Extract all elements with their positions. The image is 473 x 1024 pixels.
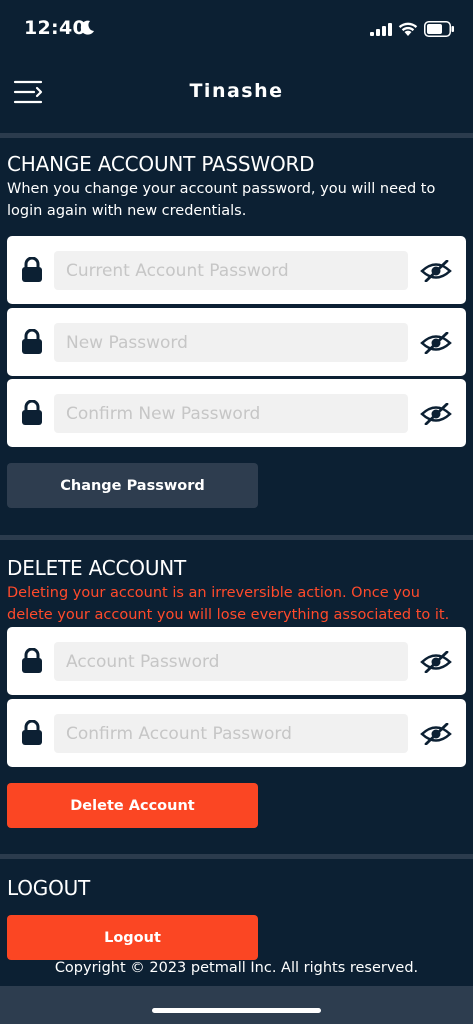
account-password-field: [7, 627, 466, 695]
lock-icon: [22, 720, 42, 745]
logout-title: LOGOUT: [7, 876, 91, 900]
section-divider: [0, 535, 473, 540]
section-divider: [0, 854, 473, 859]
copyright-text: Copyright © 2023 petmall Inc. All rights…: [54, 960, 419, 976]
delete-account-button[interactable]: Delete Account: [7, 783, 258, 828]
app-header: Tinashe: [0, 58, 473, 134]
lock-icon: [22, 400, 42, 425]
section-divider: [0, 133, 473, 138]
new-password-field: [7, 308, 466, 376]
lock-icon: [22, 329, 42, 354]
current-password-input[interactable]: [54, 251, 408, 290]
wifi-icon: [398, 22, 418, 36]
confirm-new-password-input[interactable]: [54, 394, 408, 433]
delete-account-warning: Deleting your account is an irreversible…: [7, 585, 450, 623]
eye-slash-icon[interactable]: [420, 260, 452, 282]
moon-icon: [80, 20, 94, 35]
bottom-bar: [0, 986, 473, 1024]
eye-slash-icon[interactable]: [420, 403, 452, 425]
confirm-new-password-field: [7, 379, 466, 447]
lock-icon: [22, 257, 42, 282]
change-password-button[interactable]: Change Password: [7, 463, 258, 508]
app-title: Tinashe: [189, 80, 284, 102]
battery-icon: [424, 21, 454, 37]
confirm-account-password-input[interactable]: [54, 714, 408, 753]
lock-icon: [22, 648, 42, 673]
account-password-input[interactable]: [54, 642, 408, 681]
eye-slash-icon[interactable]: [420, 332, 452, 354]
cellular-signal-icon: [370, 23, 392, 36]
eye-slash-icon[interactable]: [420, 723, 452, 745]
new-password-input[interactable]: [54, 323, 408, 362]
delete-account-title: DELETE ACCOUNT: [7, 556, 187, 580]
change-password-description: When you change your account password, y…: [7, 181, 436, 219]
logout-button[interactable]: Logout: [7, 915, 258, 960]
eye-slash-icon[interactable]: [420, 651, 452, 673]
status-time: 12:40: [24, 17, 86, 39]
current-password-field: [7, 236, 466, 304]
home-indicator[interactable]: [152, 1008, 321, 1013]
confirm-account-password-field: [7, 699, 466, 767]
change-password-title: CHANGE ACCOUNT PASSWORD: [7, 152, 315, 176]
status-bar: 12:40: [0, 0, 473, 58]
